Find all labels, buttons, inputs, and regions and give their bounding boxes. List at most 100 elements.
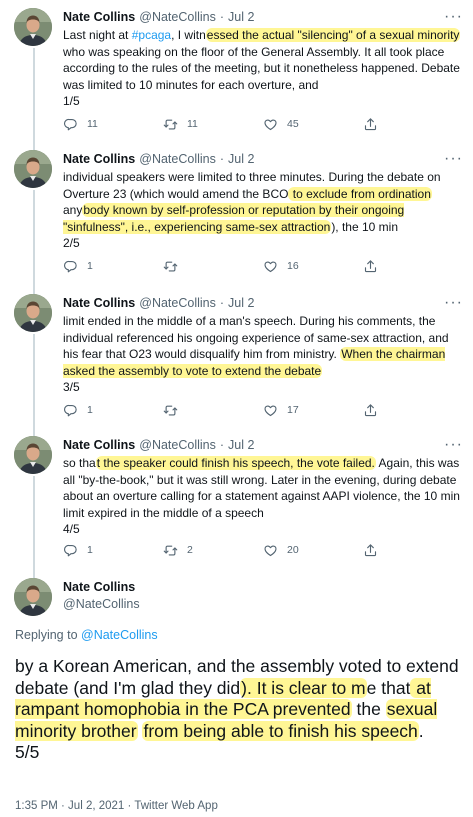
tweet-text: Last night at #pcaga, I witnessed the ac… bbox=[63, 27, 463, 110]
thread-connector-line bbox=[33, 190, 35, 286]
share-icon bbox=[363, 117, 378, 132]
more-icon[interactable]: ··· bbox=[444, 9, 463, 25]
share-button[interactable] bbox=[363, 541, 463, 559]
share-button[interactable] bbox=[363, 401, 463, 419]
retweet-icon bbox=[163, 259, 178, 274]
tweet-date[interactable]: Jul 2 bbox=[228, 296, 254, 310]
more-icon[interactable]: ··· bbox=[444, 437, 463, 453]
more-icon[interactable]: ··· bbox=[444, 151, 463, 167]
text-segment: . bbox=[418, 720, 424, 741]
thread-counter: 3/5 bbox=[63, 380, 80, 394]
retweet-button[interactable] bbox=[163, 401, 263, 419]
text-segment: so tha bbox=[63, 456, 96, 470]
thread-counter: 1/5 bbox=[63, 94, 80, 108]
text-segment: ), the 10 min bbox=[331, 219, 399, 234]
retweet-button[interactable]: 11 bbox=[163, 115, 263, 133]
like-button[interactable]: 20 bbox=[263, 541, 363, 559]
highlighted-text: t the speaker could finish his speech, t… bbox=[95, 456, 376, 470]
thread-connector-line bbox=[33, 142, 35, 150]
thread-counter: 2/5 bbox=[63, 236, 80, 250]
author-handle[interactable]: @NateCollins bbox=[139, 152, 216, 166]
tweet-timestamp[interactable]: 1:35 PM · Jul 2, 2021 · Twitter Web App bbox=[15, 800, 218, 812]
avatar[interactable] bbox=[14, 150, 52, 188]
thread-tweet[interactable]: Nate Collins @NateCollins · Jul 2 ··· in… bbox=[0, 142, 473, 286]
reply-button[interactable]: 11 bbox=[63, 115, 163, 133]
author-name[interactable]: Nate Collins bbox=[63, 152, 135, 166]
author-name[interactable]: Nate Collins bbox=[63, 10, 135, 24]
thread-tweet[interactable]: Nate Collins @NateCollins · Jul 2 ··· so… bbox=[0, 428, 473, 570]
reply-button[interactable]: 1 bbox=[63, 401, 163, 419]
share-button[interactable] bbox=[363, 257, 463, 275]
like-icon bbox=[263, 259, 278, 274]
thread-tweet[interactable]: Nate Collins @NateCollins · Jul 2 ··· La… bbox=[0, 0, 473, 142]
retweet-icon bbox=[163, 543, 178, 558]
reply-count: 11 bbox=[87, 118, 98, 130]
replying-to: Replying to @NateCollins bbox=[15, 628, 158, 642]
thread-connector-line bbox=[33, 428, 35, 436]
author-handle[interactable]: @NateCollins bbox=[139, 10, 216, 24]
like-button[interactable]: 16 bbox=[263, 257, 363, 275]
reply-count: 1 bbox=[87, 404, 93, 416]
hashtag-link[interactable]: #pcaga bbox=[132, 28, 171, 42]
main-tweet: Nate Collins @NateCollins Replying to @N… bbox=[0, 570, 473, 817]
like-count: 45 bbox=[287, 118, 299, 130]
reply-button[interactable]: 1 bbox=[63, 257, 163, 275]
tweet-date[interactable]: Jul 2 bbox=[228, 152, 254, 166]
author-name[interactable]: Nate Collins bbox=[63, 438, 135, 452]
retweet-icon bbox=[163, 117, 178, 132]
retweet-count: 2 bbox=[187, 544, 193, 556]
tweet-date[interactable]: Jul 2 bbox=[228, 438, 254, 452]
thread-connector-line bbox=[33, 476, 35, 570]
like-button[interactable]: 45 bbox=[263, 115, 363, 133]
highlighted-text: to exclude from ordination bbox=[288, 186, 432, 201]
avatar[interactable] bbox=[14, 8, 52, 46]
author-handle[interactable]: @NateCollins bbox=[63, 597, 140, 611]
share-icon bbox=[363, 403, 378, 418]
thread-connector-line bbox=[33, 48, 35, 142]
text-segment: , I witn bbox=[171, 28, 206, 42]
action-bar: 1 16 bbox=[63, 257, 463, 275]
action-bar: 1 17 bbox=[63, 401, 463, 419]
highlighted-text: from being able to finish his speech bbox=[142, 720, 419, 741]
thread-tweet[interactable]: Nate Collins @NateCollins · Jul 2 ··· li… bbox=[0, 286, 473, 428]
reply-icon bbox=[63, 117, 78, 132]
avatar[interactable] bbox=[14, 294, 52, 332]
replying-handle-link[interactable]: @NateCollins bbox=[81, 628, 158, 642]
action-bar: 11 11 45 bbox=[63, 115, 463, 133]
thread-counter: 5/5 bbox=[15, 742, 40, 762]
avatar[interactable] bbox=[14, 578, 52, 616]
like-button[interactable]: 17 bbox=[263, 401, 363, 419]
text-segment: the bbox=[351, 699, 386, 719]
author-handle[interactable]: @NateCollins bbox=[139, 438, 216, 452]
reply-count: 1 bbox=[87, 260, 93, 272]
replying-prefix: Replying to bbox=[15, 628, 82, 642]
retweet-button[interactable] bbox=[163, 257, 263, 275]
like-icon bbox=[263, 543, 278, 558]
highlighted-text: essed the actual "silencing" of a sexual… bbox=[205, 28, 461, 42]
retweet-button[interactable]: 2 bbox=[163, 541, 263, 559]
reply-count: 1 bbox=[87, 544, 93, 556]
author-handle[interactable]: @NateCollins bbox=[139, 296, 216, 310]
reply-button[interactable]: 1 bbox=[63, 541, 163, 559]
author-name[interactable]: Nate Collins bbox=[63, 580, 135, 594]
action-bar: 1 2 20 bbox=[63, 541, 463, 559]
reply-icon bbox=[63, 259, 78, 274]
reply-icon bbox=[63, 543, 78, 558]
avatar[interactable] bbox=[14, 436, 52, 474]
tweet-text: individual speakers were limited to thre… bbox=[63, 169, 463, 252]
text-segment: e that bbox=[366, 677, 411, 698]
share-button[interactable] bbox=[363, 115, 463, 133]
tweet-date[interactable]: Jul 2 bbox=[228, 10, 254, 24]
like-count: 17 bbox=[287, 404, 299, 416]
separator-dot: · bbox=[219, 10, 225, 24]
separator-dot: · bbox=[219, 438, 225, 452]
thread-counter: 4/5 bbox=[63, 522, 80, 536]
retweet-icon bbox=[163, 403, 178, 418]
reply-icon bbox=[63, 403, 78, 418]
more-icon[interactable]: ··· bbox=[444, 295, 463, 311]
separator-dot: · bbox=[219, 152, 225, 166]
like-count: 16 bbox=[287, 260, 299, 272]
tweet-text: so that the speaker could finish his spe… bbox=[63, 455, 463, 538]
author-name[interactable]: Nate Collins bbox=[63, 296, 135, 310]
retweet-count: 11 bbox=[187, 118, 198, 130]
